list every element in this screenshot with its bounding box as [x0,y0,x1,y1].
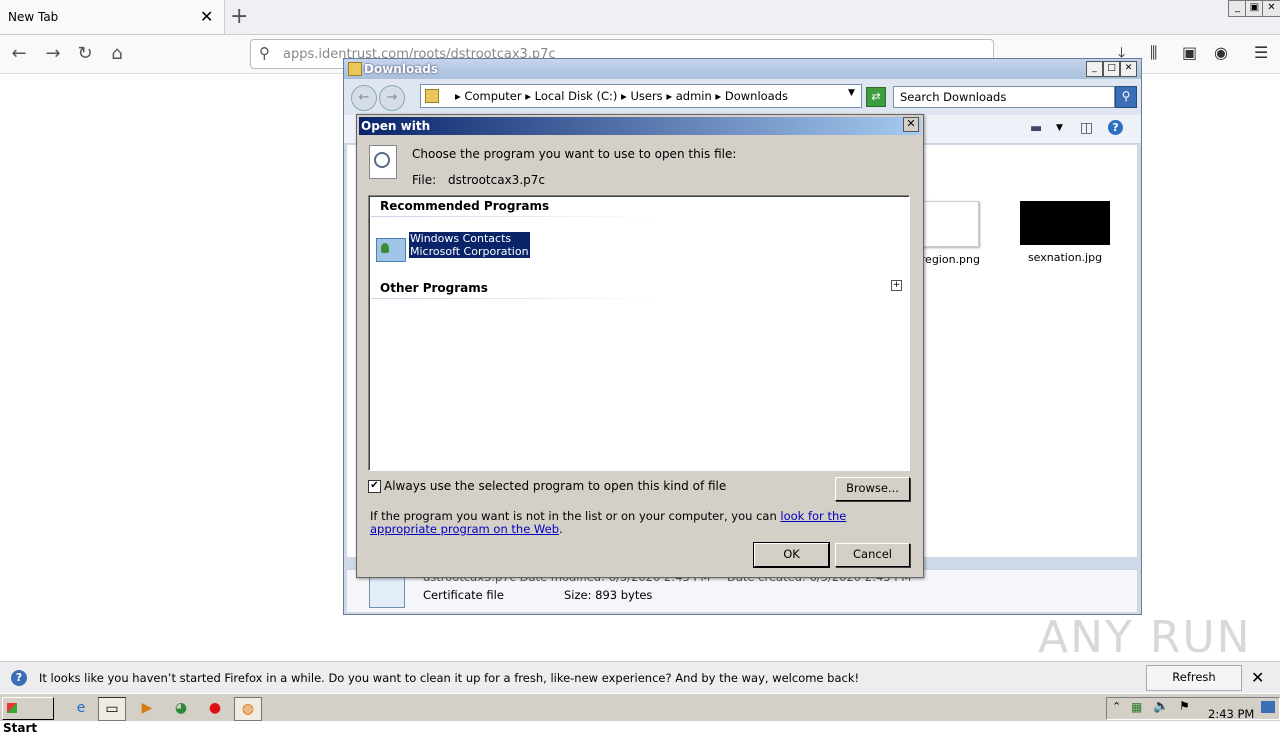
library-icon[interactable]: ⫼ [1150,43,1157,63]
explorer-forward-icon[interactable]: → [379,85,405,111]
explorer-minimize-button[interactable]: _ [1086,61,1103,77]
tab-title: New Tab [8,10,59,24]
start-label: Start [3,721,38,735]
refresh-firefox-button[interactable]: Refresh Firefox… [1146,665,1242,707]
search-icon: ⚲ [259,44,270,62]
explorer-address-bar[interactable]: ▸ Computer ▸ Local Disk (C:) ▸ Users ▸ a… [420,84,862,108]
file-thumbnail [915,201,979,247]
expand-other-programs-button[interactable]: + [891,280,902,291]
details-type: Certificate file [423,588,504,602]
program-item-windows-contacts[interactable]: Windows Contacts Microsoft Corporation [369,228,569,264]
help-icon[interactable]: ? [1108,120,1123,135]
explorer-search-input[interactable]: Search Downloads [893,86,1115,108]
tray-expand-icon[interactable]: ⌃ [1112,700,1121,713]
windows-logo-icon [7,703,17,713]
taskbar: Start e ▭ ▶ ◕ ● ◍ ⌃ ▦ 🔈 ⚑ [0,693,1280,735]
start-button[interactable]: Start [2,697,54,735]
explorer-close-button[interactable]: ✕ [1120,61,1137,77]
always-use-label[interactable]: Always use the selected program to open … [384,479,726,493]
folder-icon [348,62,362,76]
dialog-prompt: Choose the program you want to use to op… [412,147,737,161]
program-list[interactable]: Recommended Programs Windows Contacts Mi… [368,195,910,471]
file-thumbnail [1020,201,1110,245]
explorer-back-icon[interactable]: ← [351,85,377,111]
explorer-title: Downloads [364,62,439,76]
ok-button[interactable]: OK [753,542,830,568]
action-center-flag-icon[interactable]: ⚑ [1179,699,1190,713]
tab-new-tab[interactable]: New Tab ✕ [0,0,225,34]
close-window-button[interactable]: ✕ [1262,0,1280,17]
opera-icon[interactable]: ● [202,697,228,719]
forward-arrow-icon[interactable]: → [40,41,66,67]
chevron-down-icon[interactable]: ▼ [1056,123,1063,133]
volume-icon[interactable]: 🔈 [1153,699,1169,714]
divider [371,298,661,299]
cancel-button[interactable]: Cancel [835,543,910,567]
reload-icon[interactable]: ↻ [72,41,98,67]
clock: 2:43 PM [1208,707,1255,721]
explorer-refresh-icon[interactable]: ⇄ [866,87,886,107]
tab-close-icon[interactable]: ✕ [200,7,213,26]
always-use-checkbox[interactable]: ✔ [368,480,381,493]
watermark-logo: ANY RUN [1038,612,1252,663]
preview-pane-icon[interactable]: ◫ [1080,120,1093,136]
dialog-title: Open with [361,119,431,133]
folder-icon [425,89,439,103]
notification-bar: ? It looks like you haven’t started Fire… [0,661,1280,707]
help-text-suffix: . [559,522,563,536]
new-tab-button[interactable]: + [230,4,248,29]
firefox-taskbar-icon[interactable]: ◍ [234,697,262,721]
info-icon: ? [11,670,27,686]
show-desktop-icon[interactable] [1261,701,1275,713]
notification-close-icon[interactable]: ✕ [1251,668,1264,687]
explorer-address-row: ← → ▸ Computer ▸ Local Disk (C:) ▸ Users… [344,79,1141,115]
sidebar-icon[interactable]: ▣ [1182,43,1197,62]
explorer-taskbar-icon[interactable]: ▭ [98,697,126,721]
file-item[interactable]: sexnation.jpg [1019,201,1111,264]
program-selection: Windows Contacts Microsoft Corporation [409,232,530,258]
internet-explorer-icon[interactable]: e [68,697,94,719]
browse-button[interactable]: Browse... [835,477,910,501]
network-icon[interactable]: ▦ [1131,700,1142,714]
file-name: sexnation.jpg [1027,251,1103,264]
other-programs-heading: Other Programs [380,281,488,295]
home-icon[interactable]: ⌂ [104,41,130,67]
certificate-icon [369,576,405,608]
file-label: File: [412,173,437,187]
open-with-dialog: Open with ✕ Choose the program you want … [356,114,924,578]
menu-icon[interactable]: ☰ [1254,43,1268,62]
help-text-prefix: If the program you want is not in the li… [370,509,781,523]
recommended-programs-heading: Recommended Programs [380,199,550,213]
explorer-title-bar[interactable]: Downloads _ □ ✕ [344,59,1141,79]
chevron-down-icon[interactable]: ▼ [848,88,855,98]
media-player-icon[interactable]: ▶ [134,697,160,719]
dialog-title-bar[interactable]: Open with [359,117,921,135]
browser-tab-bar: New Tab ✕ + _ ▣ ✕ [0,0,1280,35]
program-vendor: Microsoft Corporation [410,245,529,258]
file-name-value: dstrootcax3.p7c [448,173,545,187]
divider [371,216,661,217]
search-icon[interactable]: ⚲ [1115,86,1137,108]
search-placeholder: Search Downloads [900,90,1007,104]
explorer-maximize-button[interactable]: □ [1103,61,1120,77]
back-arrow-icon[interactable]: ← [6,41,32,67]
help-text: If the program you want is not in the li… [370,510,910,536]
document-search-icon [369,145,397,179]
program-name: Windows Contacts [410,232,512,245]
dialog-close-button[interactable]: ✕ [903,117,919,132]
notification-message: It looks like you haven’t started Firefo… [39,671,860,685]
contacts-icon [376,238,406,262]
views-icon[interactable]: ▬ [1030,121,1042,136]
breadcrumb: ▸ Computer ▸ Local Disk (C:) ▸ Users ▸ a… [455,89,789,103]
account-icon[interactable]: ◉ [1214,43,1228,62]
chrome-icon[interactable]: ◕ [168,697,194,719]
details-size: Size: 893 bytes [564,588,653,602]
